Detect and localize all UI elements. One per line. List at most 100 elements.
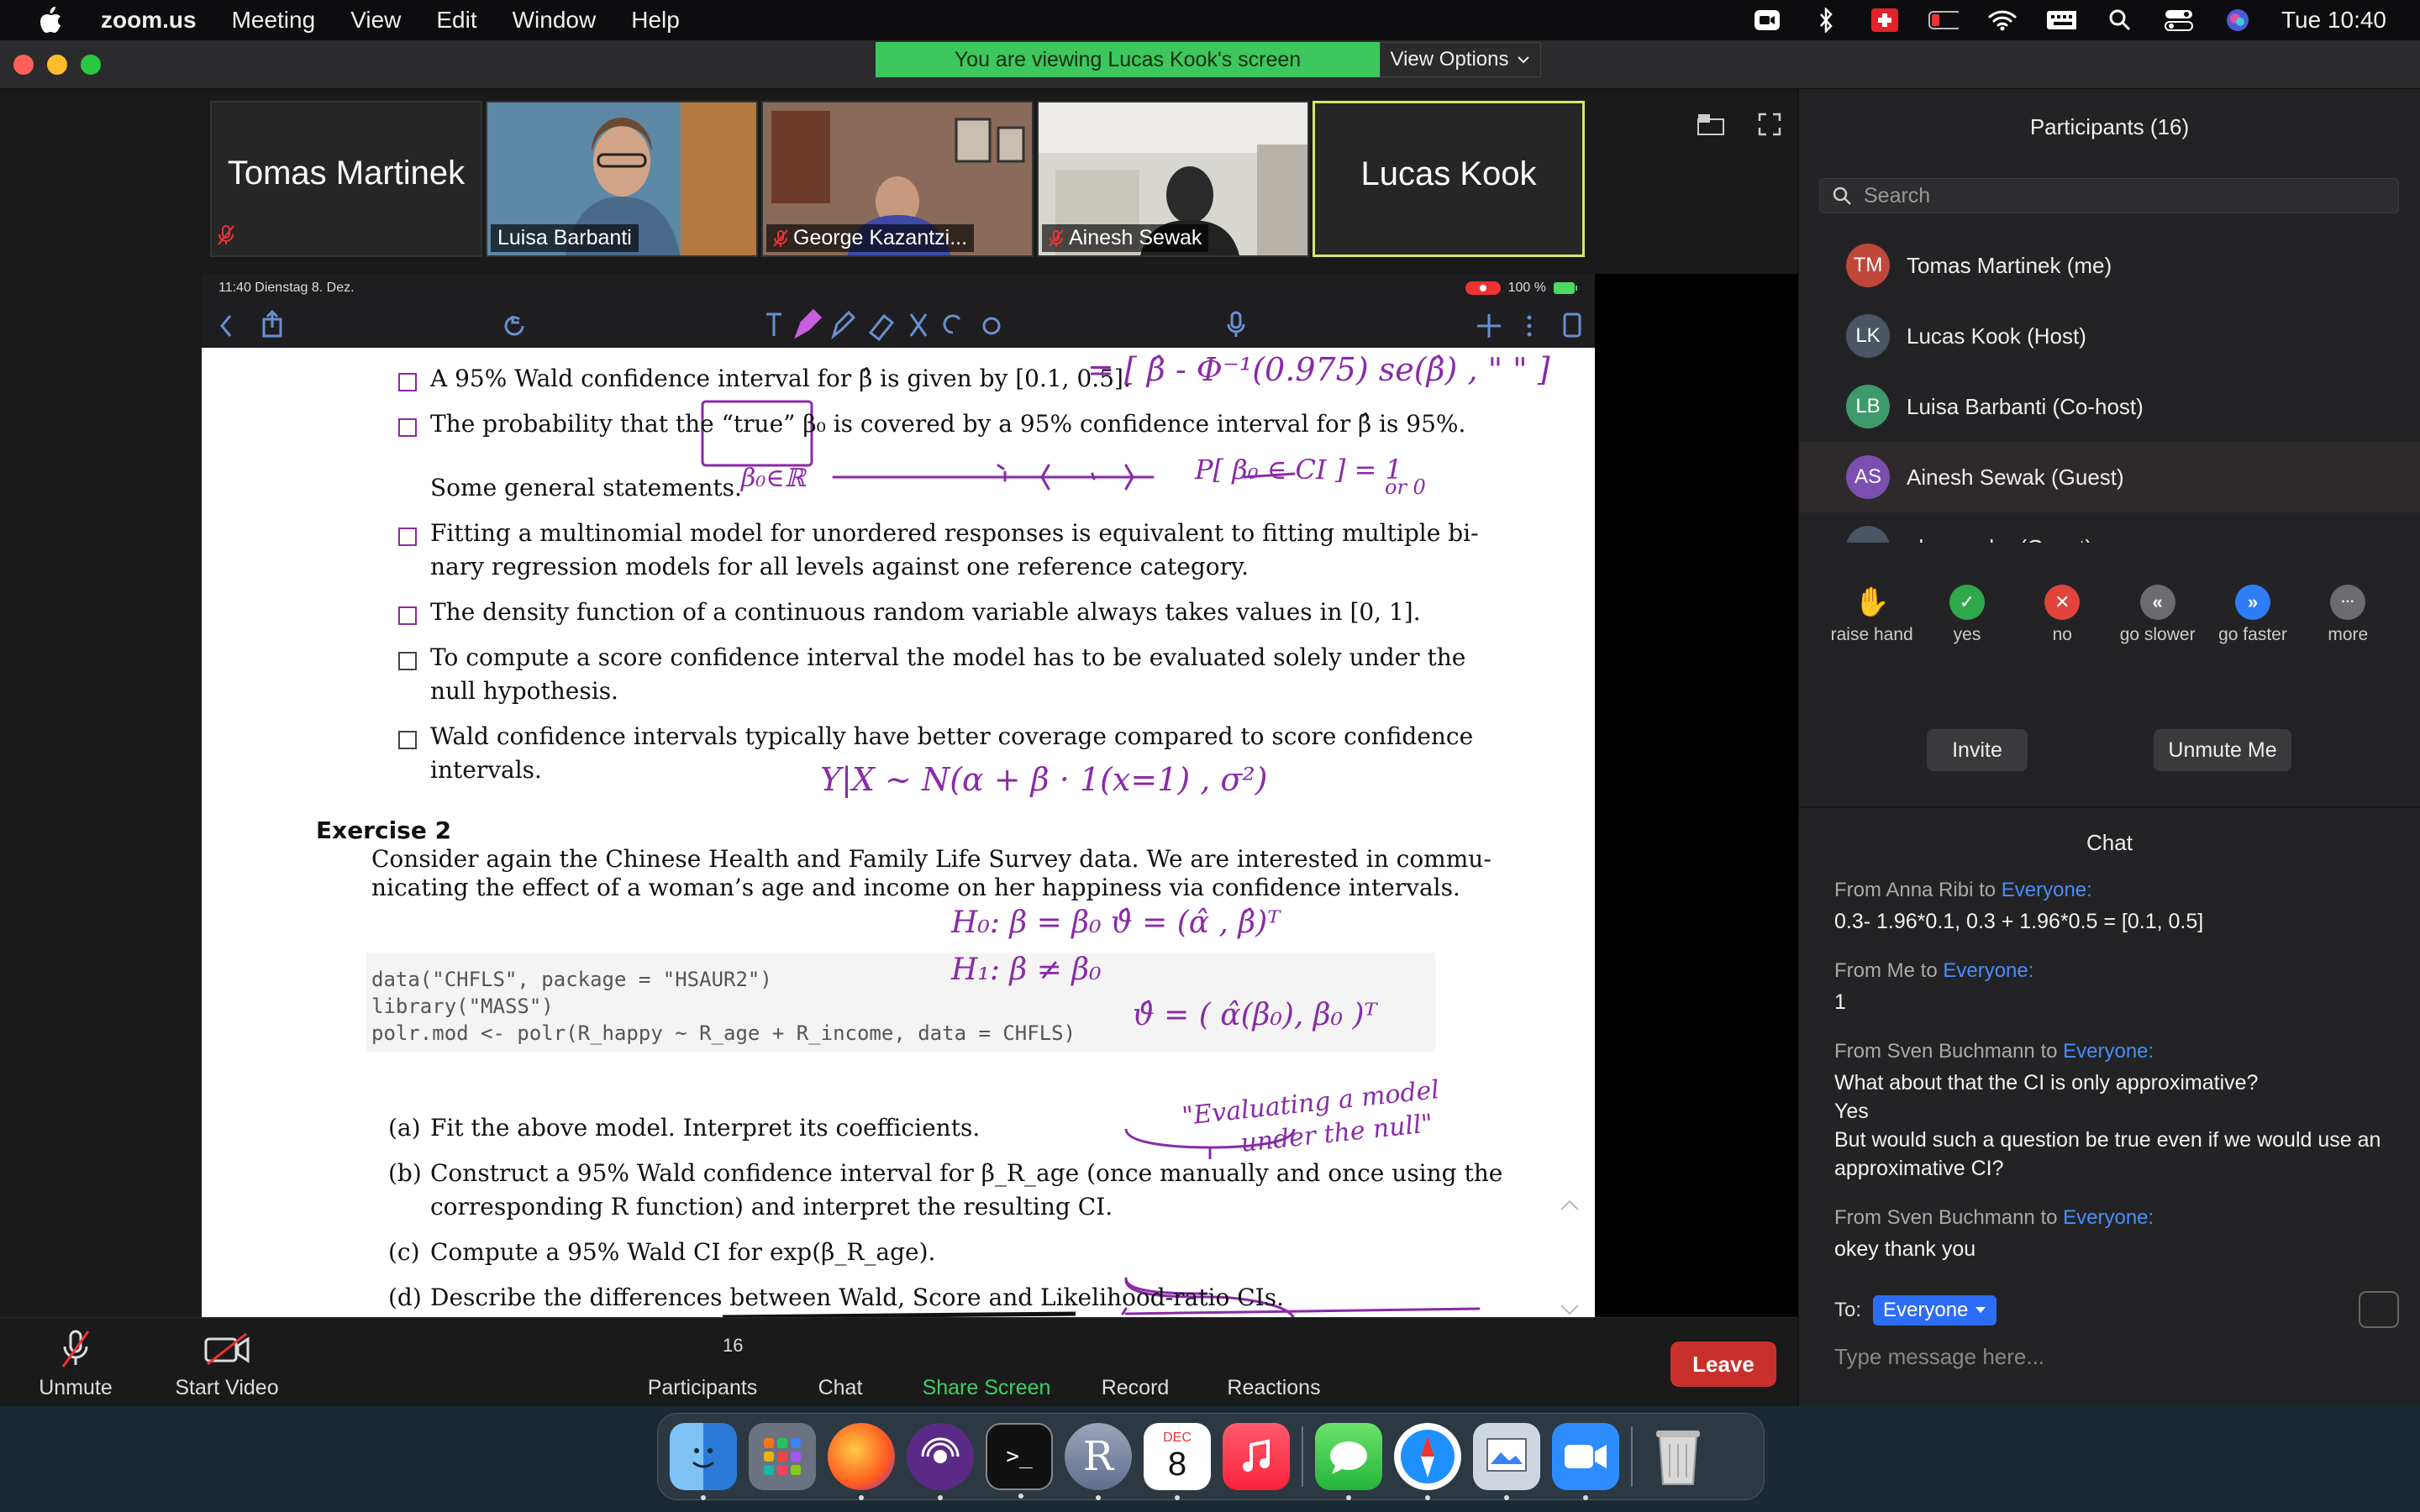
file-attach-icon[interactable] <box>2358 1290 2400 1333</box>
menu-edit[interactable]: Edit <box>436 7 476 34</box>
apple-icon[interactable] <box>34 3 67 37</box>
chat-recipient-row: To: Everyone <box>1834 1295 1997 1326</box>
siri-icon[interactable] <box>2223 8 2253 32</box>
menu-window[interactable]: Window <box>513 7 597 34</box>
handwritten-note: β₀∈ℝ <box>741 464 806 493</box>
question-c-label: (c) <box>388 1238 420 1266</box>
participant-row[interactable]: a alessandro (Guest) <box>1799 512 2420 543</box>
chat-button[interactable]: Chat <box>807 1318 874 1407</box>
title-bar: You are viewing Lucas Kook's screen View… <box>0 40 2420 89</box>
video-thumbnail[interactable]: Luisa Barbanti <box>486 101 758 257</box>
checkbox-empty[interactable] <box>398 731 417 749</box>
reactions-button[interactable]: Reactions <box>1223 1318 1324 1407</box>
speaker-view-icon[interactable] <box>1697 113 1724 140</box>
statement-6a: Wald confidence intervals typically have… <box>430 722 1474 750</box>
unmute-button[interactable]: Unmute <box>34 1318 118 1407</box>
chat-message-input[interactable]: Type message here... <box>1834 1344 2044 1370</box>
video-thumbnail[interactable]: Tomas Martinek <box>210 101 482 257</box>
wifi-icon[interactable] <box>1987 8 2018 32</box>
bluetooth-icon[interactable] <box>1811 8 1841 33</box>
minimize-window-button[interactable] <box>47 55 67 75</box>
recipient-dropdown[interactable]: Everyone <box>1873 1295 1997 1326</box>
zoom-app-icon[interactable] <box>1552 1423 1619 1500</box>
safari-icon[interactable] <box>1394 1423 1461 1500</box>
participants-button[interactable]: Participants <box>644 1318 761 1407</box>
dock: >_ R DEC 8 <box>657 1413 1765 1500</box>
menu-view[interactable]: View <box>350 7 401 34</box>
more-reactions-button[interactable]: ··· more <box>2302 585 2394 652</box>
participant-row[interactable]: TM Tomas Martinek (me) <box>1799 230 2420 301</box>
clock[interactable]: Tue 10:40 <box>2281 7 2386 34</box>
yes-button[interactable]: ✓ yes <box>1921 585 2013 652</box>
battery-icon[interactable] <box>1928 8 1959 32</box>
menu-app[interactable]: zoom.us <box>101 7 197 34</box>
participant-row[interactable]: LK Lucas Kook (Host) <box>1799 301 2420 371</box>
record-button[interactable]: Record <box>1097 1318 1173 1407</box>
keyboard-icon[interactable] <box>2046 8 2076 32</box>
search-icon <box>1833 186 1851 205</box>
shared-screen[interactable]: 11:40 Dienstag 8. Dez. 100 % A 95% Wald … <box>202 274 1595 1317</box>
participant-list: TM Tomas Martinek (me) LK Lucas Kook (Ho… <box>1799 230 2420 543</box>
raise-hand-button[interactable]: ✋ raise hand <box>1826 585 1918 652</box>
calendar-day: 8 <box>1167 1445 1187 1483</box>
participant-name-large: Tomas Martinek <box>227 155 466 192</box>
invite-button[interactable]: Invite <box>1927 729 2028 771</box>
participant-search-input[interactable]: Search <box>1819 178 2399 213</box>
chat-messages: From Anna Ribi to Everyone: 0.3- 1.96*0.… <box>1834 879 2389 1287</box>
go-slower-button[interactable]: « go slower <box>2112 585 2204 652</box>
podcasts-icon[interactable] <box>907 1423 974 1500</box>
avatar: LK <box>1846 314 1890 358</box>
checkbox-checked[interactable] <box>398 528 417 546</box>
recipient[interactable]: Everyone: <box>2063 1040 2154 1063</box>
firefox-icon[interactable] <box>828 1423 895 1500</box>
trash-icon[interactable] <box>1644 1423 1712 1490</box>
music-icon[interactable] <box>1223 1423 1290 1490</box>
participant-row[interactable]: LB Luisa Barbanti (Co-host) <box>1799 371 2420 442</box>
video-thumbnail-active-speaker[interactable]: Lucas Kook <box>1313 101 1585 257</box>
lecture-document: A 95% Wald confidence interval for β̂ is… <box>202 348 1595 1317</box>
statement-3a: Fitting a multinomial model for unordere… <box>430 519 1479 547</box>
control-center-icon[interactable] <box>2164 8 2194 32</box>
r-app-icon[interactable]: R <box>1065 1423 1132 1500</box>
preview-icon[interactable] <box>1473 1423 1540 1500</box>
unmute-me-button[interactable]: Unmute Me <box>2154 729 2291 771</box>
share-screen-button[interactable]: Share Screen <box>919 1318 1054 1407</box>
close-window-button[interactable] <box>13 55 34 75</box>
participant-name: Ainesh Sewak (Guest) <box>1907 464 2124 490</box>
checkbox-checked[interactable] <box>398 373 417 391</box>
zoom-status-icon[interactable] <box>1752 8 1782 32</box>
finder-icon[interactable] <box>670 1423 737 1500</box>
recipient-value: Everyone <box>1883 1299 1969 1321</box>
no-button[interactable]: ✕ no <box>2016 585 2108 652</box>
menu-help[interactable]: Help <box>631 7 680 34</box>
recipient[interactable]: Everyone: <box>2063 1206 2154 1229</box>
launchpad-icon[interactable] <box>749 1423 816 1490</box>
leave-button[interactable]: Leave <box>1670 1341 1776 1387</box>
participant-row[interactable]: AS Ainesh Sewak (Guest) <box>1799 442 2420 512</box>
page-scroller[interactable] <box>1553 1196 1586 1315</box>
video-thumbnail[interactable]: Ainesh Sewak <box>1037 101 1309 257</box>
participants-title: Participants (16) <box>2029 114 2190 139</box>
video-thumbnail[interactable]: George Kazantzi... <box>761 101 1034 257</box>
messages-icon[interactable] <box>1315 1423 1382 1500</box>
terminal-icon[interactable]: >_ <box>986 1423 1053 1499</box>
checkbox-checked[interactable] <box>398 418 417 437</box>
go-faster-button[interactable]: » go faster <box>2207 585 2299 652</box>
checkbox-empty[interactable] <box>398 652 417 670</box>
recipient[interactable]: Everyone: <box>1943 959 2033 982</box>
calendar-icon[interactable]: DEC 8 <box>1144 1423 1211 1500</box>
menu-meeting[interactable]: Meeting <box>232 7 316 34</box>
participant-name: Ainesh Sewak <box>1069 226 1202 249</box>
code-line-2: library("MASS") <box>371 995 554 1018</box>
checkbox-checked[interactable] <box>398 606 417 625</box>
spotlight-search-icon[interactable] <box>2105 8 2135 32</box>
start-video-button[interactable]: Start Video <box>168 1318 286 1407</box>
swiss-flag-icon[interactable] <box>1870 8 1900 32</box>
laser-icon <box>982 317 1001 335</box>
r-app-label: R <box>1082 1433 1114 1480</box>
recipient[interactable]: Everyone: <box>2002 879 2092 901</box>
record-label: Record <box>1101 1376 1170 1399</box>
fullscreen-icon[interactable] <box>1758 113 1781 140</box>
view-options-button[interactable]: View Options <box>1380 42 1541 77</box>
zoom-window-button[interactable] <box>81 55 101 75</box>
